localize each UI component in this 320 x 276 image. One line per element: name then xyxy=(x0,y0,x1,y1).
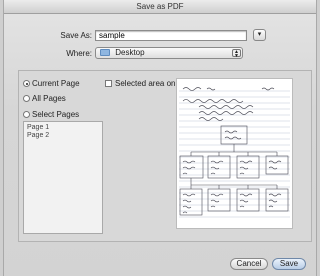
save-button[interactable]: Save xyxy=(272,258,306,270)
list-item[interactable]: Page 2 xyxy=(27,132,99,140)
handwritten-org-chart-image xyxy=(179,87,290,218)
all-pages-option[interactable]: All Pages xyxy=(23,94,66,103)
current-page-option[interactable]: Current Page xyxy=(23,79,80,88)
save-as-label: Save As: xyxy=(60,31,92,40)
page-preview xyxy=(176,78,293,229)
folder-icon xyxy=(100,49,110,56)
cancel-button[interactable]: Cancel xyxy=(230,258,268,270)
pages-list[interactable]: Page 1 Page 2 xyxy=(23,121,103,234)
chevron-down-icon: ▾ xyxy=(257,31,262,38)
select-pages-option[interactable]: Select Pages xyxy=(23,110,79,119)
expand-button[interactable]: ▾ xyxy=(253,29,266,41)
radio-selected-icon xyxy=(23,80,30,87)
where-value: Desktop xyxy=(115,48,145,57)
dialog-title: Save as PDF xyxy=(4,0,316,14)
save-as-pdf-dialog: Save as PDF Save As: ▾ Where: Desktop ▲▼… xyxy=(3,0,317,276)
checkbox-icon xyxy=(105,80,112,87)
where-label: Where: xyxy=(66,49,92,58)
radio-icon xyxy=(23,95,30,102)
list-item[interactable]: Page 1 xyxy=(27,124,99,132)
radio-icon xyxy=(23,111,30,118)
selected-area-checkbox[interactable]: Selected area only xyxy=(105,79,181,88)
up-down-arrows-icon: ▲ ▼ xyxy=(232,49,241,59)
where-select[interactable]: Desktop ▲ ▼ xyxy=(95,47,243,59)
save-as-input[interactable] xyxy=(95,30,247,41)
